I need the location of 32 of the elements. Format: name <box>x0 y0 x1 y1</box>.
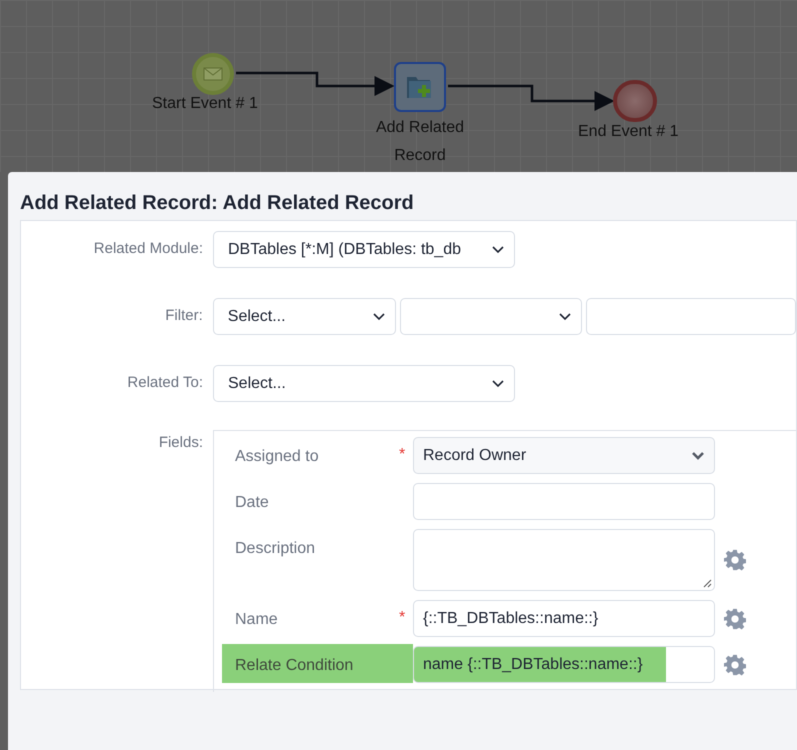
input-field[interactable] <box>413 483 715 520</box>
settings-icon[interactable] <box>724 608 746 630</box>
field-label: Related To: <box>126 373 204 394</box>
input-field[interactable]: {::TB_DBTables::name::} <box>413 600 715 637</box>
node-label: Record <box>394 146 446 166</box>
field-label: Date <box>235 493 270 513</box>
settings-icon[interactable] <box>724 549 746 571</box>
select-field[interactable] <box>400 298 582 335</box>
resize-handle-icon[interactable] <box>702 578 712 588</box>
select-field[interactable]: Record Owner <box>413 437 715 474</box>
node-label: End Event # 1 <box>578 122 679 142</box>
select-field[interactable]: DBTables [*:M] (DBTables: tb_db <box>213 231 515 268</box>
dialog-title: Add Related Record: Add Related Record <box>19 191 415 216</box>
required-asterisk: * <box>399 446 406 463</box>
field-label: Name <box>235 610 279 630</box>
required-asterisk: * <box>399 609 406 626</box>
end-event-node <box>613 80 657 122</box>
field-label: Assigned to <box>235 447 320 467</box>
node-label: Start Event # 1 <box>152 94 258 114</box>
field-label: Filter: <box>164 306 204 326</box>
task-node[interactable] <box>394 62 446 112</box>
select-field[interactable]: Select... <box>212 298 396 335</box>
envelope-icon <box>203 67 223 81</box>
select-field[interactable]: Select... <box>213 365 515 402</box>
settings-icon[interactable] <box>724 654 746 676</box>
field-label: Fields: <box>158 433 204 453</box>
field-label: Related Module: <box>92 239 204 260</box>
input-field[interactable] <box>586 298 796 335</box>
field-label: Relate Condition <box>235 656 354 676</box>
input-field[interactable]: name {::TB_DBTables::name::} <box>413 646 715 683</box>
node-label: Add Related <box>376 118 464 138</box>
field-label: Description <box>235 539 316 559</box>
